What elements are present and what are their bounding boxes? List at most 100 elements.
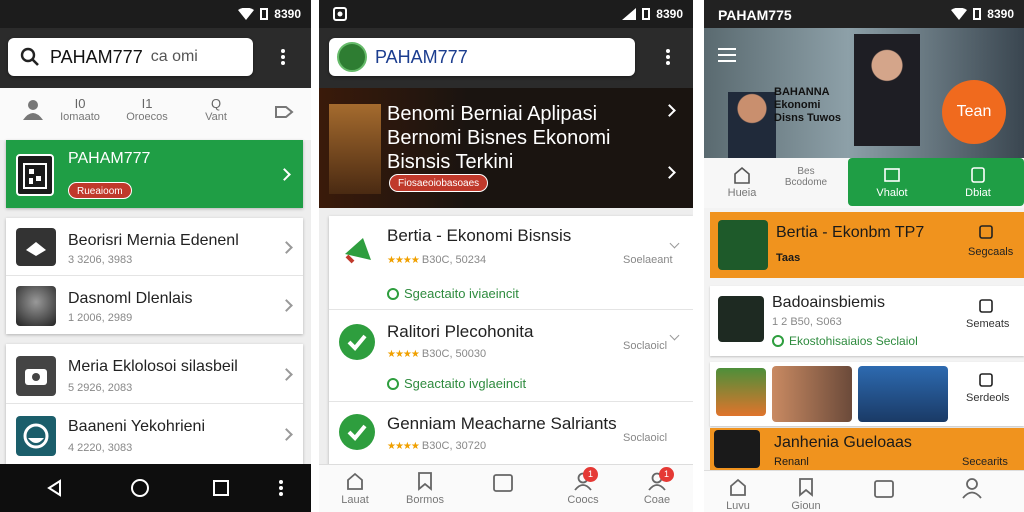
nav-bookmarks[interactable]: Gioun bbox=[786, 477, 826, 512]
back-icon[interactable] bbox=[46, 479, 64, 497]
tab-label: Iomaato bbox=[60, 111, 100, 123]
item-sub: Renanl bbox=[774, 456, 809, 468]
list-item[interactable]: Ralitori Plecohonita ★★★★ B30C, 50030 So… bbox=[329, 310, 693, 402]
person-icon[interactable] bbox=[22, 98, 44, 120]
item-meta: B30C, 50030 bbox=[421, 348, 487, 360]
nav-bookmarks[interactable]: Bormos bbox=[405, 471, 445, 506]
rating-stars: ★★★★ bbox=[387, 441, 420, 452]
list-item[interactable]: Serdeols bbox=[710, 362, 1024, 426]
item-sub: 1 2006, 2989 bbox=[68, 312, 133, 324]
list-item[interactable]: Bertia - Ekonomi Bisnsis ★★★★ B30C, 5023… bbox=[329, 216, 693, 310]
document-icon bbox=[971, 167, 985, 183]
tab-home[interactable]: Hueia bbox=[722, 166, 762, 199]
nav-home[interactable]: Lauat bbox=[335, 471, 375, 506]
status-time: 8390 bbox=[274, 7, 301, 21]
item-sub: 1 2 B50, S063 bbox=[772, 316, 842, 328]
person-photo bbox=[728, 92, 776, 158]
tab-debat[interactable]: Dbiat bbox=[948, 166, 1008, 199]
notification-icon bbox=[333, 7, 347, 21]
tab-video[interactable]: Vhalot bbox=[862, 166, 922, 199]
app-icon bbox=[16, 228, 56, 266]
item-side: Soelaeant bbox=[623, 254, 673, 266]
notification-badge: 1 bbox=[583, 467, 598, 482]
list-item[interactable]: Baaneni Yekohrieni 4 2220, 3083 bbox=[6, 404, 303, 464]
chevron-right-icon[interactable] bbox=[663, 104, 676, 117]
hero-title: Benomi Berniai Aplipasi Bernomi Bisnes E… bbox=[387, 103, 611, 173]
list-item[interactable]: Beorisri Mernia Edenenl 3 3206, 3983 bbox=[6, 218, 303, 276]
bookmark-icon[interactable] bbox=[978, 298, 994, 314]
menu-icon[interactable] bbox=[718, 48, 736, 62]
item-link[interactable]: Sgeactaito iviaeincit bbox=[387, 286, 519, 301]
tag-icon[interactable] bbox=[274, 102, 294, 122]
item-title: Janhenia Gueloaas bbox=[774, 434, 912, 451]
square-icon bbox=[493, 474, 513, 492]
chevron-right-icon bbox=[280, 299, 293, 312]
item-sub: 5 2926, 2083 bbox=[68, 382, 133, 394]
hero-banner[interactable]: Benomi Berniai Aplipasi Bernomi Bisnes E… bbox=[319, 88, 693, 208]
nav-home[interactable]: Luvu bbox=[718, 477, 758, 512]
list-item[interactable]: Bertia - Ekonbm TP7 Taas Segcaals bbox=[710, 212, 1024, 278]
battery-icon bbox=[642, 8, 651, 20]
home-icon[interactable] bbox=[130, 478, 150, 498]
nav-tabs[interactable] bbox=[864, 479, 904, 502]
tab-item[interactable]: Q Vant bbox=[198, 96, 234, 123]
item-side: Serdeols bbox=[966, 392, 1010, 404]
bookmark-icon[interactable] bbox=[978, 224, 994, 240]
chevron-right-icon bbox=[280, 428, 293, 441]
cta-button[interactable]: Tean bbox=[942, 80, 1006, 144]
list-item[interactable]: Genniam Meacharne Salriants ★★★★ B30C, 3… bbox=[329, 402, 693, 468]
phone-3: PAHAM775 8390 BAHANNA Ekonomi Disns Tuwo… bbox=[704, 0, 1024, 512]
person-photo bbox=[16, 286, 56, 326]
item-link[interactable]: Ekostohisaiaios Seclaiol bbox=[772, 334, 918, 348]
list-item[interactable]: Meria Eklolosoi silasbeil 5 2926, 2083 bbox=[6, 344, 303, 404]
recents-icon[interactable] bbox=[212, 479, 230, 497]
featured-badge: Rueaioom bbox=[68, 182, 132, 199]
item-title: Beorisri Mernia Edenenl bbox=[68, 232, 239, 249]
overflow-menu-icon[interactable] bbox=[280, 47, 286, 67]
chevron-right-icon[interactable] bbox=[663, 166, 676, 179]
bookmark-icon[interactable] bbox=[978, 372, 994, 388]
active-tab-group: Vhalot Dbiat bbox=[848, 158, 1024, 206]
app-title: PAHAM775 bbox=[718, 7, 792, 23]
system-nav-bar bbox=[0, 464, 311, 512]
chevron-down-icon[interactable] bbox=[669, 238, 680, 249]
wifi-icon bbox=[238, 8, 255, 20]
overflow-menu-icon[interactable] bbox=[665, 47, 671, 67]
nav-profile[interactable] bbox=[952, 477, 992, 502]
status-time: 8390 bbox=[656, 7, 683, 21]
item-link[interactable]: Sgeactaito ivglaeincit bbox=[387, 376, 526, 391]
chevron-right-icon bbox=[280, 368, 293, 381]
item-title: Dasnoml Dlenlais bbox=[68, 290, 193, 307]
search-bar[interactable]: PAHAM777 bbox=[329, 38, 635, 76]
list-item[interactable]: Badoainsbiemis 1 2 B50, S063 Ekostohisai… bbox=[710, 286, 1024, 356]
person-photo bbox=[718, 296, 764, 342]
list-item[interactable]: Janhenia Gueloaas Renanl Secearits bbox=[710, 428, 1024, 470]
search-placeholder: ca omi bbox=[150, 48, 198, 65]
search-input[interactable]: PAHAM777 bbox=[375, 47, 468, 68]
item-side: Soclaoicl bbox=[623, 340, 668, 352]
tab-label: Vant bbox=[205, 111, 227, 123]
search-bar[interactable]: PAHAM777 ca omi bbox=[8, 38, 253, 76]
wifi-icon bbox=[951, 8, 968, 20]
chevron-down-icon[interactable] bbox=[669, 330, 680, 341]
featured-card[interactable]: PAHAM777 Rueaioom bbox=[6, 140, 303, 208]
item-title: Baaneni Yekohrieni bbox=[68, 418, 206, 435]
search-input[interactable]: PAHAM777 bbox=[50, 47, 143, 68]
tab-item[interactable]: Ι0 Iomaato bbox=[60, 96, 100, 123]
home-icon bbox=[734, 166, 750, 184]
avatar[interactable] bbox=[337, 42, 367, 72]
item-meta: B30C, 30720 bbox=[421, 440, 487, 452]
bookmark-icon bbox=[799, 478, 813, 497]
phone-2: 8390 PAHAM777 Benomi Berniai Aplipasi Be… bbox=[319, 0, 693, 512]
list-item[interactable]: Dasnoml Dlenlais 1 2006, 2989 bbox=[6, 276, 303, 334]
overflow-menu-icon[interactable] bbox=[278, 478, 284, 498]
promo-banner[interactable]: BAHANNA Ekonomi Disns Tuwos Tean bbox=[704, 28, 1024, 158]
banner-title: BAHANNA Ekonomi Disns Tuwos bbox=[774, 86, 842, 124]
item-title: Badoainsbiemis bbox=[772, 294, 885, 311]
tab-item[interactable]: Ι1 Oroecos bbox=[124, 96, 170, 123]
item-title: Ralitori Plecohonita bbox=[387, 322, 534, 341]
tab-strip: Hueia Bes Bcodome Vhalot Dbiat bbox=[704, 158, 1024, 208]
list-card: Beorisri Mernia Edenenl 3 3206, 3983 Das… bbox=[6, 218, 303, 334]
tab-categories[interactable]: Bes Bcodome bbox=[776, 166, 836, 188]
nav-tabs[interactable] bbox=[483, 473, 523, 496]
